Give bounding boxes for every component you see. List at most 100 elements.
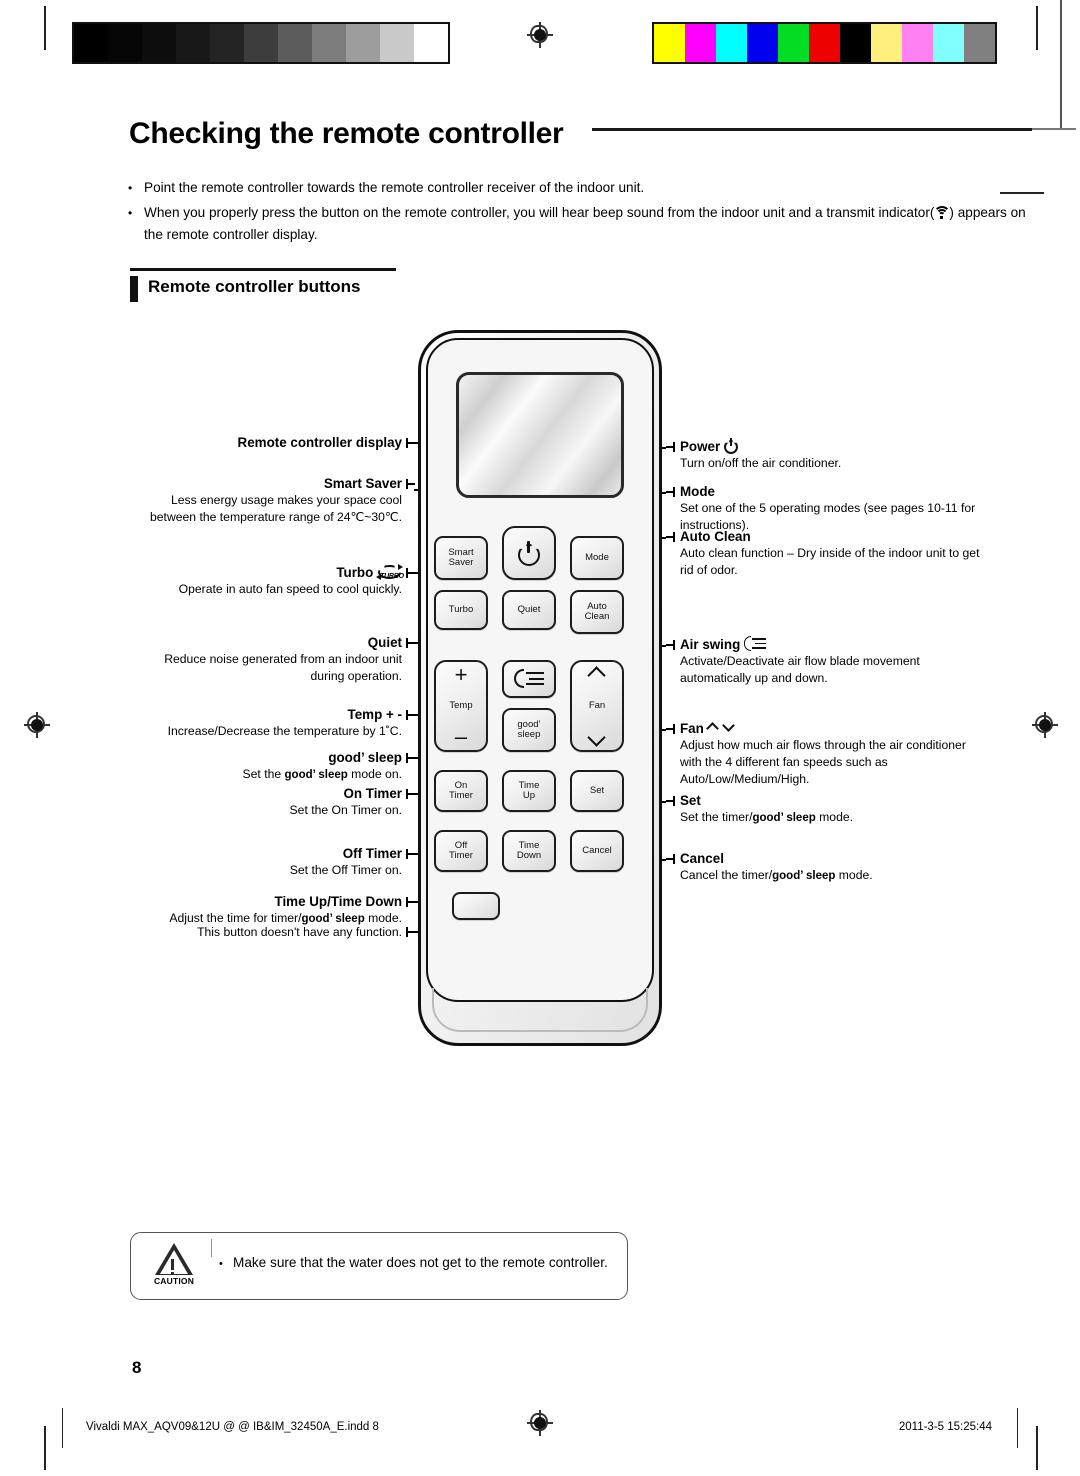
leader-tick [666, 532, 675, 542]
exclamation-glyph [171, 1259, 174, 1275]
remote-shell-lip [432, 988, 648, 1032]
calibration-swatch-6 [278, 24, 312, 62]
remote-display-screen [456, 372, 624, 498]
auto-clean-button[interactable]: Auto Clean [570, 590, 624, 634]
section-heading-rule [130, 268, 396, 271]
temp-plus-label: + [454, 662, 468, 687]
auto-clean-button-label: Auto Clean [584, 600, 610, 622]
page-title: Checking the remote controller [129, 117, 564, 150]
leader-tick [406, 710, 415, 720]
callout-off-timer-body: Set the Off Timer on. [289, 863, 402, 877]
intro-bullet-2-text: When you properly press the button on th… [144, 202, 1033, 246]
chevron-down-icon [588, 735, 606, 744]
registration-mark-top [527, 22, 553, 48]
smart-saver-button[interactable]: Smart Saver [434, 536, 488, 580]
fan-button-label: Fan [588, 699, 606, 711]
callout-air-swing: Air swing Activate/Deactivate air flow b… [666, 636, 980, 687]
leader-tick [406, 849, 415, 859]
callout-time-up-down-title: Time Up/Time Down [274, 894, 402, 909]
calibration-swatch-3 [176, 24, 210, 62]
callout-auto-clean-title: Auto Clean [680, 529, 751, 544]
callout-on-timer-title: On Timer [343, 786, 402, 801]
footer-timestamp: 2011-3-5 15:25:44 [898, 1421, 992, 1433]
calibration-swatch-5 [809, 24, 840, 62]
callout-good-sleep-title: good’ sleep [328, 750, 402, 765]
good-sleep-button-label: good’ sleep [517, 718, 541, 740]
intro-bullet-2-part1: When you properly press the button on th… [144, 205, 935, 220]
temp-button-label: Temp [449, 699, 473, 711]
callout-power-title: Power [680, 438, 980, 455]
caution-box: CAUTION • Make sure that the water does n… [130, 1232, 628, 1300]
leader-tick [666, 724, 675, 734]
caution-symbol: CAUTION [145, 1243, 203, 1286]
turbo-button[interactable]: Turbo [434, 590, 488, 630]
on-timer-button[interactable]: On Timer [434, 770, 488, 812]
calibration-swatch-1 [108, 24, 142, 62]
calibration-swatch-9 [933, 24, 964, 62]
leader-tick [666, 442, 675, 452]
quiet-button-label: Quiet [517, 603, 541, 615]
callout-on-timer-body: Set the On Timer on. [289, 803, 402, 817]
set-button[interactable]: Set [570, 770, 624, 812]
footer-separator-left [62, 1408, 64, 1448]
calibration-swatch-8 [902, 24, 933, 62]
off-timer-button[interactable]: Off Timer [434, 830, 488, 872]
callout-mode: Mode Set one of the 5 operating modes (s… [666, 483, 980, 534]
crop-mark [1036, 1426, 1038, 1470]
section-heading-tab [130, 276, 138, 302]
callout-auto-clean: Auto Clean Auto clean function – Dry ins… [666, 528, 980, 579]
caution-label: CAUTION [153, 1276, 195, 1286]
chevron-up-icon [588, 668, 606, 677]
callout-turbo-title: Turbo TURBO [336, 564, 404, 580]
time-up-button[interactable]: Time Up [502, 770, 556, 812]
calibration-swatch-7 [871, 24, 902, 62]
registration-mark-bottom [527, 1410, 553, 1436]
mode-button-label: Mode [585, 551, 609, 563]
callout-on-timer: On Timer Set the On Timer on. [140, 785, 415, 819]
crop-mark [1032, 128, 1076, 130]
calibration-swatch-4 [778, 24, 809, 62]
leader-tick [666, 796, 675, 806]
temp-button[interactable]: + Temp – [434, 660, 488, 752]
air-swing-button[interactable] [502, 660, 556, 698]
callout-off-timer: Off Timer Set the Off Timer on. [140, 845, 415, 879]
callout-time-up-down: Time Up/Time Down Adjust the time for ti… [130, 893, 415, 928]
air-swing-icon [744, 636, 766, 652]
power-button[interactable] [502, 526, 556, 580]
leader-tick [406, 927, 415, 937]
intro-bullet-2: • When you properly press the button on … [128, 202, 1033, 246]
set-button-label: Set [589, 784, 605, 796]
power-icon [723, 438, 739, 454]
off-timer-button-label: Off Timer [449, 839, 473, 861]
temp-minus-label: – [454, 724, 468, 749]
good-sleep-button[interactable]: good’ sleep [502, 708, 556, 752]
mode-button[interactable]: Mode [570, 536, 624, 580]
leader-tick [406, 638, 415, 648]
callout-quiet-body: Reduce noise generated from an indoor un… [164, 652, 402, 683]
quiet-button[interactable]: Quiet [502, 590, 556, 630]
on-timer-button-label: On Timer [449, 779, 473, 801]
grayscale-calibration-bar [72, 22, 450, 64]
cancel-button[interactable]: Cancel [570, 830, 624, 872]
callout-power: Power Turn on/off the air conditioner. [666, 438, 980, 472]
footer-filename: Vivaldi MAX_AQV09&12U @ @ IB&IM_32450A_E… [86, 1421, 379, 1433]
blank-button[interactable] [452, 892, 500, 920]
intro-bullet-1-text: Point the remote controller towards the … [144, 180, 645, 195]
remote-controller-illustration: Smart Saver Mode Turbo Quiet Auto Clean + … [418, 330, 662, 1046]
fan-button[interactable]: Fan [570, 660, 624, 752]
calibration-swatch-9 [380, 24, 414, 62]
callout-good-sleep: good’ sleep Set the good’ sleep mode on. [140, 749, 415, 784]
callout-fan-body: Adjust how much air flows through the ai… [680, 738, 966, 786]
callout-quiet-title: Quiet [367, 635, 402, 650]
color-calibration-bar [652, 22, 997, 64]
calibration-swatch-4 [210, 24, 244, 62]
smart-saver-button-label: Smart Saver [448, 546, 474, 568]
calibration-swatch-0 [74, 24, 108, 62]
turbo-icon: TURBO [376, 564, 404, 580]
leader-tick [406, 479, 415, 489]
callout-turbo-body: Operate in auto fan speed to cool quickl… [178, 582, 402, 596]
callout-temp-body: Increase/Decrease the temperature by 1˚C… [167, 724, 402, 738]
page-number: 8 [132, 1358, 142, 1377]
time-down-button[interactable]: Time Down [502, 830, 556, 872]
cancel-button-label: Cancel [582, 844, 612, 856]
